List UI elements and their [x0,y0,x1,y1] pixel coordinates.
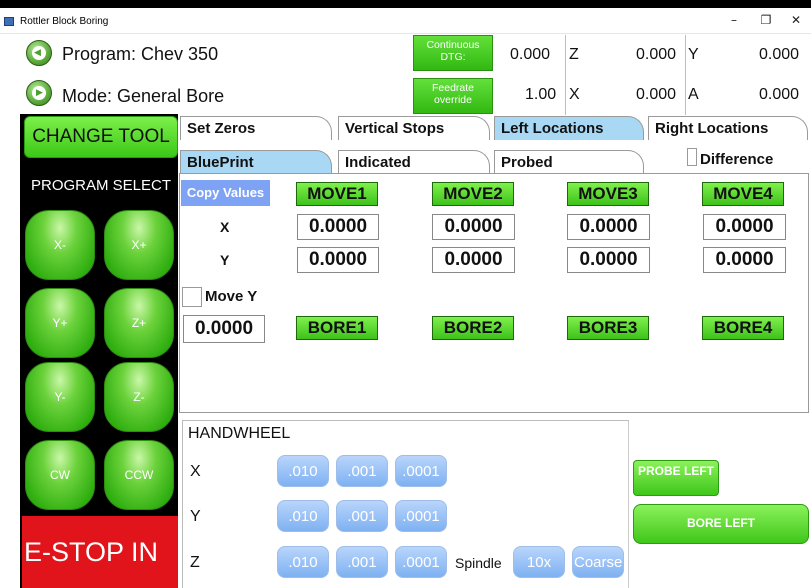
move1-x-field[interactable]: 0.0000 [297,214,379,240]
tab-blueprint[interactable]: BluePrint [180,150,332,174]
tab-vertical-stops[interactable]: Vertical Stops [338,116,490,140]
jog-cw-button[interactable]: CW [25,440,95,510]
move-y-checkbox[interactable] [182,287,202,307]
copy-values-button[interactable]: Copy Values [181,180,270,206]
hw-z-001-button[interactable]: .001 [336,546,388,578]
hw-x-0001-button[interactable]: .0001 [395,455,447,487]
readout-a-value: 0.000 [759,86,800,103]
handwheel-z-label: Z [190,554,200,571]
arrow-left-icon: ◀ [32,46,46,60]
x-label: X [220,219,230,235]
tab-set-zeros[interactable]: Set Zeros [180,116,332,140]
bore3-button[interactable]: BORE3 [567,316,649,340]
readout-x-value: 0.000 [636,86,677,103]
coarse-button[interactable]: Coarse [572,546,624,578]
tab-left-locations[interactable]: Left Locations [494,116,644,140]
title-bar: Rottler Block Boring – ❐ ✕ [0,8,811,34]
bore4-button[interactable]: BORE4 [702,316,784,340]
program-select-label: PROGRAM SELECT [30,177,172,194]
close-button[interactable]: ✕ [786,12,806,28]
feedrate-override-button[interactable]: Feedrate override [413,78,493,114]
readout-y-value: 0.000 [759,46,800,63]
jog-y-minus-button[interactable]: Y- [25,362,95,432]
program-back-button[interactable]: ◀ [26,40,52,66]
feedrate-value: 1.00 [525,86,557,103]
blueprint-panel [179,173,809,413]
spindle-label: Spindle [455,555,502,571]
jog-z-minus-button[interactable]: Z- [104,362,174,432]
hw-y-0001-button[interactable]: .0001 [395,500,447,532]
difference-checkbox[interactable] [687,148,697,166]
move-y-label: Move Y [205,288,258,305]
move4-button[interactable]: MOVE4 [702,182,784,206]
move-y-field[interactable]: 0.0000 [183,315,265,343]
jog-x-minus-button[interactable]: X- [25,210,95,280]
tab-indicated[interactable]: Indicated [338,150,490,174]
minimize-button[interactable]: – [724,12,744,28]
move4-x-field[interactable]: 0.0000 [703,214,786,240]
hw-x-001-button[interactable]: .001 [336,455,388,487]
difference-label: Difference [700,151,774,168]
hw-x-010-button[interactable]: .010 [277,455,329,487]
bore-left-button[interactable]: BORE LEFT [633,504,809,544]
move1-button[interactable]: MOVE1 [296,182,378,206]
move2-x-field[interactable]: 0.0000 [432,214,515,240]
jog-z-plus-button[interactable]: Z+ [104,288,174,358]
handwheel-x-label: X [190,463,201,480]
arrow-right-icon: ▶ [32,86,46,100]
hw-z-010-button[interactable]: .010 [277,546,329,578]
mode-next-button[interactable]: ▶ [26,80,52,106]
estop-button[interactable]: E-STOP IN [22,516,178,588]
change-tool-button[interactable]: CHANGE TOOL [24,116,178,158]
bore2-button[interactable]: BORE2 [432,316,514,340]
continuous-dtg-button[interactable]: Continuous DTG: [413,35,493,71]
tab-probed[interactable]: Probed [494,150,644,174]
probe-left-button[interactable]: PROBE LEFT [633,460,719,496]
move1-y-field[interactable]: 0.0000 [297,247,379,273]
program-label: Program: Chev 350 [62,44,219,64]
readout-y-label: Y [688,46,699,63]
readout-a-label: A [688,86,699,103]
hw-y-010-button[interactable]: .010 [277,500,329,532]
tab-right-locations[interactable]: Right Locations [648,116,808,140]
y-label: Y [220,252,230,268]
hw-z-0001-button[interactable]: .0001 [395,546,447,578]
restore-button[interactable]: ❐ [756,12,776,28]
readout-x-label: X [569,86,580,103]
bore1-button[interactable]: BORE1 [296,316,378,340]
dtg-value: 0.000 [510,46,551,63]
jog-ccw-button[interactable]: CCW [104,440,174,510]
jog-y-plus-button[interactable]: Y+ [25,288,95,358]
move2-y-field[interactable]: 0.0000 [432,247,515,273]
move3-y-field[interactable]: 0.0000 [567,247,650,273]
window-title: Rottler Block Boring [20,16,109,27]
mode-label: Mode: General Bore [62,86,225,106]
jog-x-plus-button[interactable]: X+ [104,210,174,280]
divider [685,35,686,115]
divider [565,35,566,115]
move3-button[interactable]: MOVE3 [567,182,649,206]
move2-button[interactable]: MOVE2 [432,182,514,206]
handwheel-title: HANDWHEEL [188,425,291,442]
move3-x-field[interactable]: 0.0000 [567,214,650,240]
move4-y-field[interactable]: 0.0000 [703,247,786,273]
spindle-10x-button[interactable]: 10x [513,546,565,578]
readout-z-value: 0.000 [636,46,677,63]
handwheel-y-label: Y [190,508,201,525]
readout-z-label: Z [569,46,579,63]
hw-y-001-button[interactable]: .001 [336,500,388,532]
app-icon [4,17,14,26]
